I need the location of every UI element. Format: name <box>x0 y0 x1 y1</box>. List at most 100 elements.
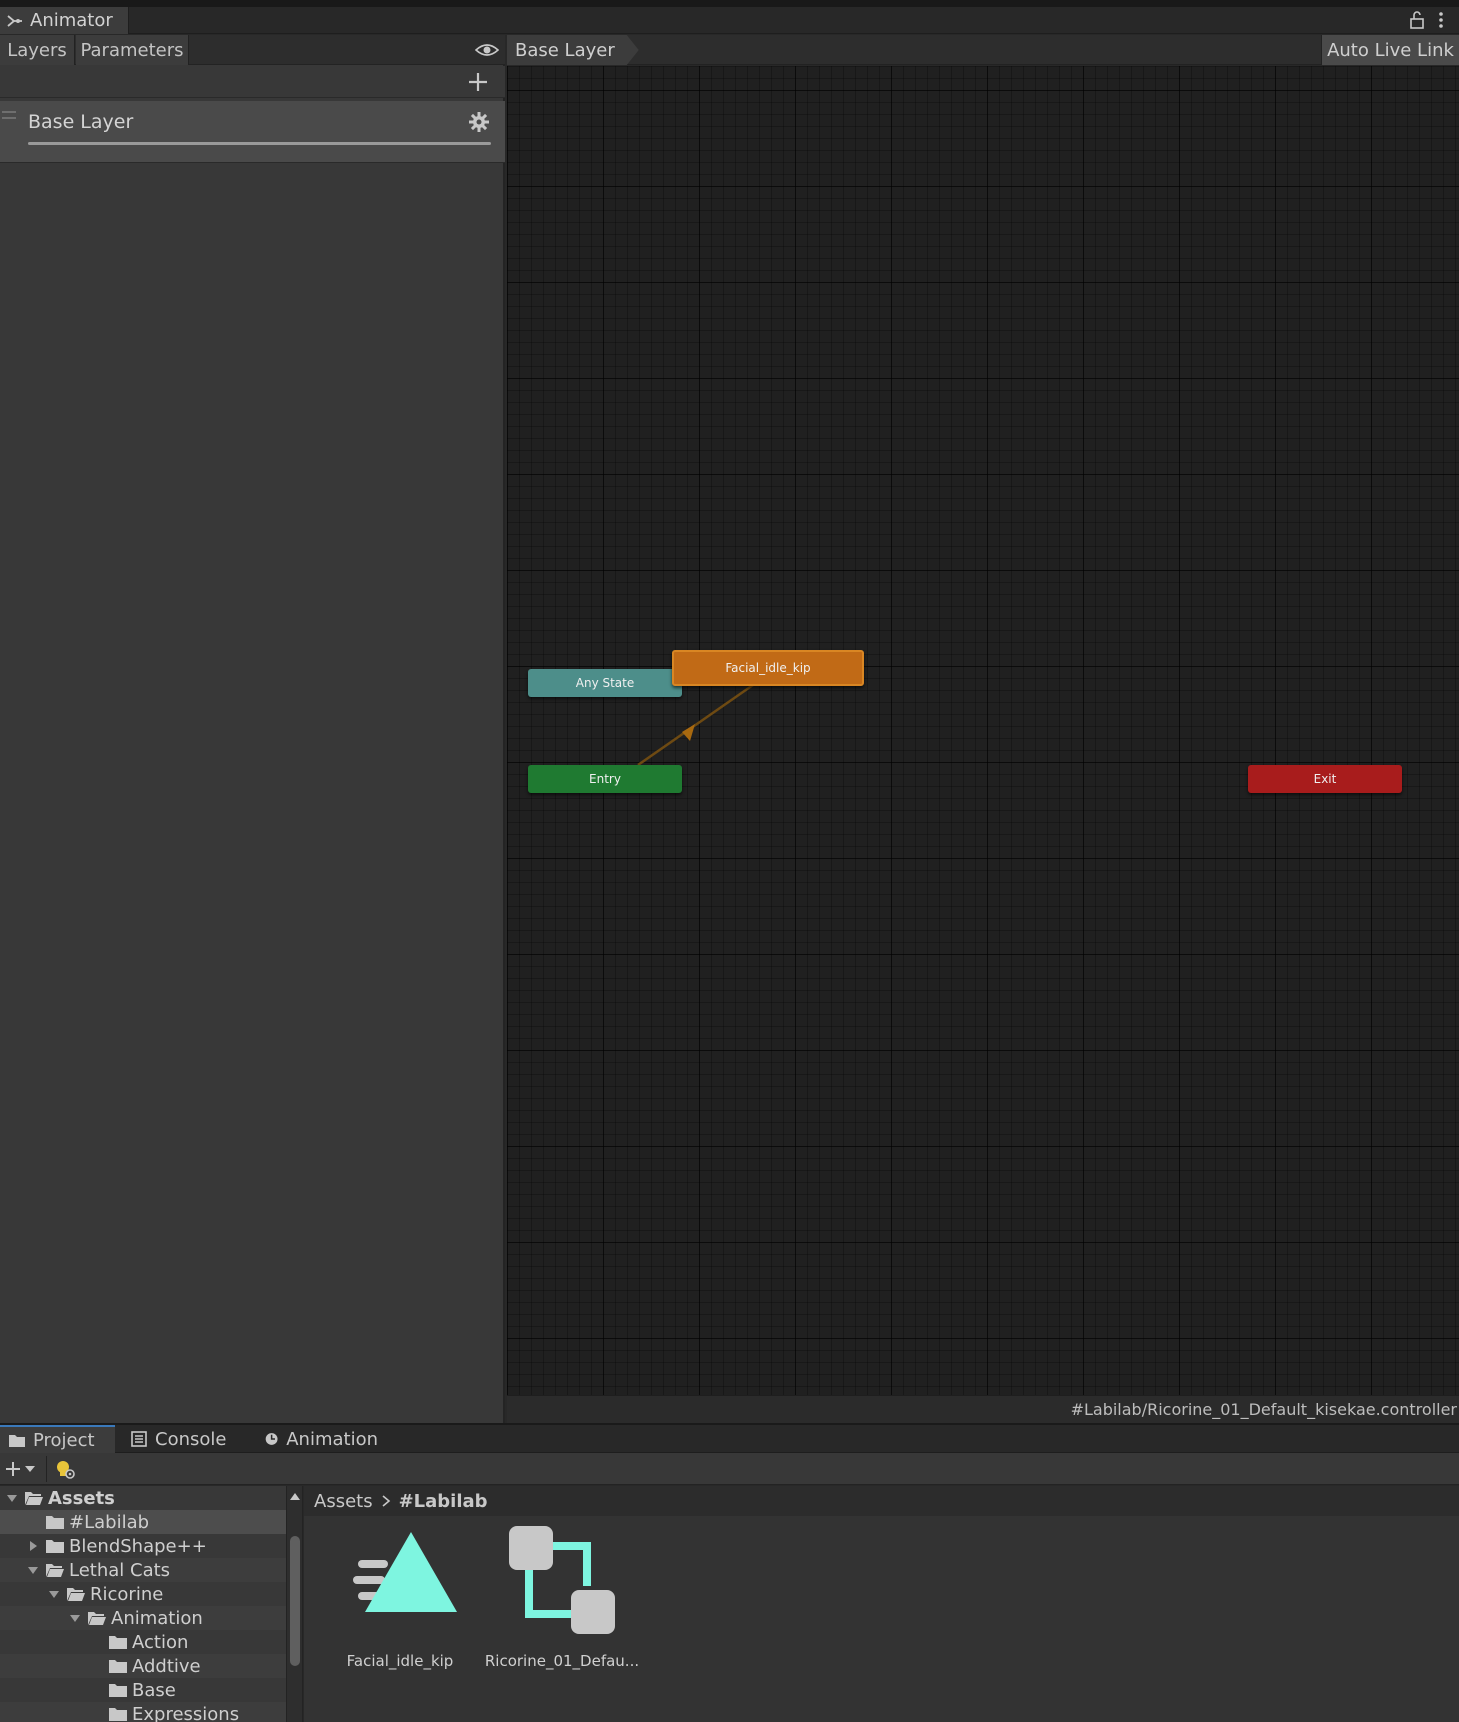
assets-breadcrumb: Assets #Labilab <box>304 1486 1459 1516</box>
project-folder-tree: Assets #Labilab BlendShape++ Lethal Cats Ric… <box>0 1486 287 1722</box>
chevron-right-icon[interactable] <box>27 1540 39 1552</box>
chevron-down-icon <box>25 1466 35 1472</box>
window-titlebar: Animator <box>0 7 1459 34</box>
asset-label: Ricorine_01_Defau... <box>484 1652 640 1670</box>
animation-clip-icon <box>353 1532 457 1612</box>
tree-item-label: Expressions <box>132 1703 240 1722</box>
tree-item-label: Assets <box>48 1487 115 1509</box>
eye-icon[interactable] <box>475 42 499 58</box>
default-state-node[interactable]: Facial_idle_kip <box>672 650 864 686</box>
tab-project[interactable]: Project <box>0 1425 115 1453</box>
tab-project-label: Project <box>33 1429 95 1451</box>
animator-controller-icon <box>509 1526 615 1634</box>
folder-icon <box>109 1660 127 1673</box>
layer-item-base-layer[interactable]: Base Layer <box>0 101 505 163</box>
breadcrumb-assets[interactable]: Assets <box>314 1491 373 1512</box>
folder-open-icon <box>25 1492 43 1505</box>
tree-item-label: Base <box>132 1679 176 1701</box>
project-toolbar <box>0 1453 1459 1485</box>
folder-open-icon <box>67 1588 85 1601</box>
tree-item[interactable]: Expressions <box>0 1702 286 1722</box>
tree-item[interactable]: Lethal Cats <box>0 1558 286 1582</box>
tree-spacer <box>90 1684 102 1696</box>
tree-item[interactable]: Action <box>0 1630 286 1654</box>
folder-open-icon <box>88 1612 106 1625</box>
tab-console[interactable]: Console <box>122 1425 240 1453</box>
toolbar-divider <box>46 1456 47 1482</box>
plus-icon <box>6 1462 20 1476</box>
tree-item[interactable]: Assets <box>0 1486 286 1510</box>
tree-item-label: Lethal Cats <box>69 1559 171 1581</box>
tree-item[interactable]: Addtive <box>0 1654 286 1678</box>
tree-item[interactable]: Ricorine <box>0 1582 286 1606</box>
breadcrumb-base-layer[interactable]: Base Layer <box>507 35 639 65</box>
exit-node[interactable]: Exit <box>1248 765 1402 793</box>
layer-name: Base Layer <box>28 111 134 133</box>
tree-item-label: #Labilab <box>69 1511 150 1533</box>
breadcrumb-labilab[interactable]: #Labilab <box>399 1491 488 1512</box>
chevron-down-icon[interactable] <box>6 1492 18 1504</box>
layers-panel: Layers Parameters Base Layer <box>0 35 505 1423</box>
console-icon <box>131 1431 147 1447</box>
tab-parameters[interactable]: Parameters <box>76 35 189 65</box>
asset-label: Facial_idle_kip <box>346 1652 454 1670</box>
folder-icon <box>46 1516 64 1529</box>
graph-footer: #Labilab/Ricorine_01_Default_kisekae.con… <box>507 1395 1459 1423</box>
chevron-down-icon[interactable] <box>48 1588 60 1600</box>
tree-item[interactable]: #Labilab <box>0 1510 286 1534</box>
gear-icon[interactable] <box>468 111 490 133</box>
drag-handle-icon[interactable] <box>2 111 16 119</box>
graph-canvas[interactable]: Any State Entry Exit Facial_idle_kip <box>507 66 1459 1395</box>
top-strip <box>0 0 1459 7</box>
tree-item-label: Ricorine <box>90 1583 164 1605</box>
add-layer-button[interactable] <box>466 70 490 94</box>
bottom-window-tabs: Project Console Animation <box>0 1423 1459 1453</box>
assets-view: Assets #Labilab Facial_idle_kip Ricorine… <box>304 1486 1459 1722</box>
tree-item-label: Animation <box>111 1607 203 1629</box>
clock-icon <box>265 1433 278 1445</box>
entry-node[interactable]: Entry <box>528 765 682 793</box>
folder-icon <box>109 1684 127 1697</box>
tab-animation[interactable]: Animation <box>256 1425 386 1453</box>
folder-icon <box>46 1540 64 1553</box>
state-machine-graph: Base Layer Auto Live Link Any State Entr… <box>507 35 1459 1423</box>
scrollbar-thumb[interactable] <box>290 1536 300 1666</box>
tree-spacer <box>90 1636 102 1648</box>
layer-weight-slider[interactable] <box>28 142 491 145</box>
scroll-up-icon[interactable] <box>290 1492 300 1500</box>
asset-facial-idle-kip[interactable]: Facial_idle_kip <box>315 1526 485 1676</box>
auto-live-link-button[interactable]: Auto Live Link <box>1321 35 1459 65</box>
folder-icon <box>109 1708 127 1721</box>
transition-arrow <box>637 683 754 767</box>
folder-open-icon <box>46 1564 64 1577</box>
animator-window-tab[interactable]: Animator <box>0 7 129 34</box>
folder-icon <box>109 1636 127 1649</box>
tree-scrollbar[interactable] <box>287 1486 303 1722</box>
graph-header: Base Layer Auto Live Link <box>507 35 1459 65</box>
more-options-icon[interactable] <box>1436 10 1446 30</box>
tab-layers[interactable]: Layers <box>0 35 75 65</box>
tab-console-label: Console <box>155 1428 227 1450</box>
chevron-down-icon[interactable] <box>27 1564 39 1576</box>
asset-animator-controller[interactable]: Ricorine_01_Defau... <box>477 1526 647 1676</box>
create-asset-button[interactable] <box>4 1458 42 1480</box>
tree-spacer <box>90 1708 102 1720</box>
chevron-down-icon[interactable] <box>69 1612 81 1624</box>
layers-toolbar <box>0 66 505 98</box>
tree-item-label: Addtive <box>132 1655 201 1677</box>
any-state-node[interactable]: Any State <box>528 669 682 697</box>
tree-item[interactable]: Base <box>0 1678 286 1702</box>
tree-spacer <box>90 1660 102 1672</box>
layers-parameters-tabs: Layers Parameters <box>0 35 505 65</box>
lock-icon[interactable] <box>1408 10 1426 30</box>
folder-icon <box>9 1435 25 1447</box>
animator-window-title: Animator <box>30 10 113 31</box>
tree-item[interactable]: BlendShape++ <box>0 1534 286 1558</box>
tree-item-label: BlendShape++ <box>69 1535 207 1557</box>
lightbulb-icon[interactable] <box>54 1458 76 1480</box>
tree-spacer <box>27 1516 39 1528</box>
tree-item-label: Action <box>132 1631 189 1653</box>
tab-animation-label: Animation <box>286 1428 378 1450</box>
animator-icon <box>7 14 22 27</box>
tree-item[interactable]: Animation <box>0 1606 286 1630</box>
